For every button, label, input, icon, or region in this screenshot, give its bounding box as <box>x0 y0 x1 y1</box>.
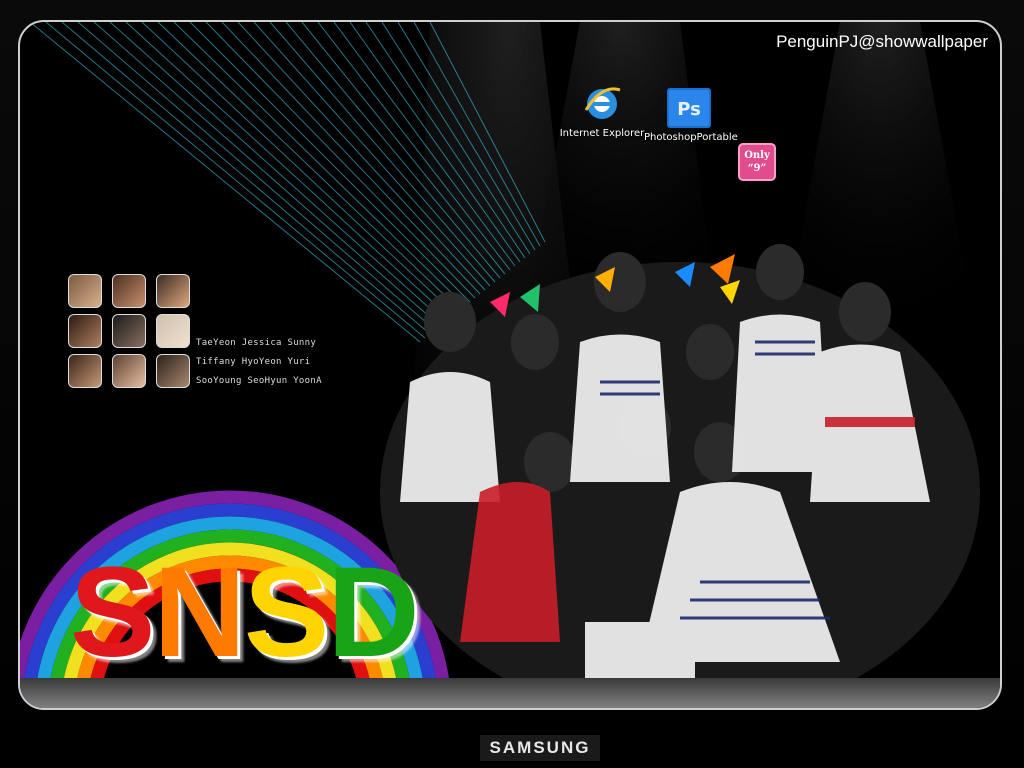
internet-explorer-icon <box>584 87 621 119</box>
member-names: TaeYeon Jessica Sunny Tiffany HyoYeon Yu… <box>196 334 322 391</box>
thumbnail <box>68 314 102 348</box>
thumbnail <box>68 274 102 308</box>
logo-letter: D <box>327 541 419 684</box>
logo-letter: S <box>70 541 155 684</box>
svg-text:Ps: Ps <box>677 99 701 120</box>
member-names-line: Tiffany HyoYeon Yuri <box>196 357 311 367</box>
snsd-logo: SNSD <box>70 541 420 684</box>
member-names-line: SooYoung SeoHyun YoonA <box>196 376 322 386</box>
monitor-bezel: PenguinPJ@showwallpaper Internet Explore… <box>0 0 1024 768</box>
monitor-brand-logo: SAMSUNG <box>480 735 600 761</box>
icon-label: PhotoshopPortable <box>644 132 738 143</box>
badge-line-1: Only <box>744 150 770 161</box>
logo-letter: N <box>153 541 245 684</box>
icon-label: Internet Explorer <box>559 128 645 139</box>
logo-letter: S <box>243 541 329 684</box>
thumbnail <box>156 314 190 348</box>
badge-line-2: “9” <box>747 163 767 174</box>
thumbnail <box>156 354 190 388</box>
thumbnail <box>112 274 146 308</box>
thumbnail <box>112 314 146 348</box>
desktop-icon-photoshop[interactable]: Ps PhotoshopPortable <box>644 88 738 143</box>
desktop-screen: PenguinPJ@showwallpaper Internet Explore… <box>18 20 1002 710</box>
light-streak <box>45 22 426 339</box>
group-photo <box>380 244 980 708</box>
only-nine-badge: Only “9” <box>738 143 776 181</box>
thumbnail <box>68 354 102 388</box>
light-streak <box>173 22 466 307</box>
thumbnail <box>156 274 190 308</box>
thumbnail <box>112 354 146 388</box>
photoshop-icon: Ps <box>667 88 711 128</box>
desktop-icon-internet-explorer[interactable]: Internet Explorer <box>557 80 647 139</box>
wallpaper-credit: PenguinPJ@showwallpaper <box>776 32 988 51</box>
member-names-line: TaeYeon Jessica Sunny <box>196 338 317 348</box>
light-streak <box>157 22 461 311</box>
